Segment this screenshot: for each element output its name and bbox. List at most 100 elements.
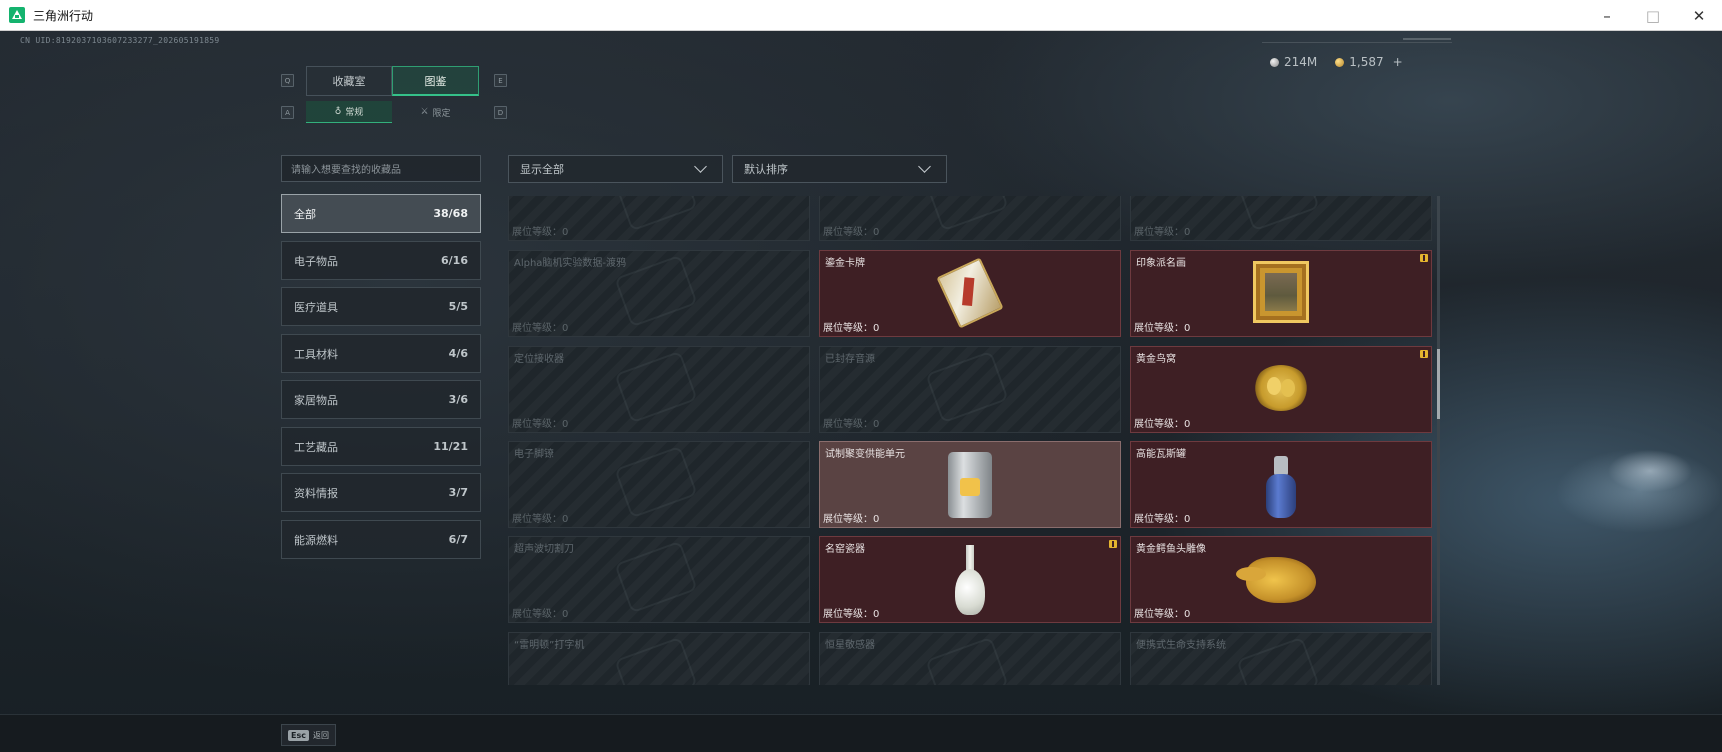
category-all[interactable]: 全部 38/68 — [281, 194, 481, 233]
category-count: 38/68 — [433, 207, 468, 220]
flame-icon: ♁ — [334, 106, 342, 117]
sort-dropdown[interactable]: 默认排序 — [732, 155, 947, 183]
close-button[interactable]: ✕ — [1676, 0, 1722, 31]
subtab-normal-label: 常规 — [345, 108, 364, 118]
collection-card[interactable]: 电子脚镣 展位等级：0 — [508, 441, 810, 528]
item-name: 定位接收器 — [514, 354, 564, 365]
booth-level: 展位等级：0 — [1134, 323, 1191, 334]
add-currency-button[interactable]: + — [1393, 55, 1403, 69]
category-intel[interactable]: 资料情报 3/7 — [281, 473, 481, 512]
subtab-limited-label: 限定 — [432, 108, 451, 119]
category-count: 6/16 — [441, 254, 468, 267]
category-name: 电子物品 — [294, 254, 338, 268]
item-name: 超声波切割刀 — [514, 544, 574, 555]
category-electronics[interactable]: 电子物品 6/16 — [281, 241, 481, 280]
subtab-limited[interactable]: ⚔ 限定 — [392, 101, 479, 123]
item-name: 高能瓦斯罐 — [1136, 449, 1186, 460]
back-label: 返回 — [312, 730, 329, 740]
app-logo-icon — [9, 7, 25, 23]
collection-card[interactable]: 印象派名画 展位等级：0 — [1130, 250, 1432, 337]
item-name: 电子脚镣 — [514, 449, 554, 460]
locked-item-silhouette — [614, 350, 698, 424]
collection-card[interactable]: 试制聚变供能单元 展位等级：0 — [819, 441, 1121, 528]
limited-icon: ⚔ — [420, 107, 429, 117]
category-crafts[interactable]: 工艺藏品 11/21 — [281, 427, 481, 466]
grid-scrollbar[interactable] — [1437, 196, 1440, 685]
booth-level: 展位等级：0 — [1134, 609, 1191, 620]
window-controls: – □ ✕ — [1584, 0, 1722, 31]
back-button[interactable]: Esc 返回 — [281, 724, 336, 746]
golden-crocodile-icon — [1236, 557, 1316, 603]
booth-level: 展位等级：0 — [1134, 419, 1191, 430]
window-titlebar: 三角洲行动 – □ ✕ — [0, 0, 1722, 31]
key-hint-q: Q — [281, 74, 294, 87]
scrollbar-thumb[interactable] — [1437, 349, 1440, 419]
key-hint-e: E — [494, 74, 507, 87]
booth-level: 展位等级：0 — [512, 514, 569, 525]
collection-card[interactable]: 黄金鳄鱼头雕像 展位等级：0 — [1130, 536, 1432, 623]
minimize-button[interactable]: – — [1584, 0, 1630, 31]
header-divider — [1262, 42, 1452, 43]
category-name: 资料情报 — [294, 486, 338, 500]
collection-card[interactable]: 定位接收器 展位等级：0 — [508, 346, 810, 433]
locked-item-silhouette — [925, 636, 1009, 685]
collection-card[interactable]: 展位等级：0 — [819, 196, 1121, 241]
filter-selected: 显示全部 — [520, 163, 564, 176]
item-name: 黄金鸟窝 — [1136, 354, 1176, 365]
category-household[interactable]: 家居物品 3/6 — [281, 380, 481, 419]
subtab-normal[interactable]: ♁ 常规 — [306, 101, 392, 123]
booth-level: 展位等级：0 — [512, 419, 569, 430]
collection-card[interactable]: 展位等级：0 — [508, 196, 810, 241]
tab-collection-room[interactable]: 收藏室 — [306, 66, 392, 96]
painting-frame-icon — [1253, 261, 1309, 323]
maximize-button[interactable]: □ — [1630, 0, 1676, 31]
collection-card[interactable]: 黄金鸟窝 展位等级：0 — [1130, 346, 1432, 433]
silver-coin-icon — [1270, 57, 1279, 67]
collection-card[interactable]: 已封存音源 展位等级：0 — [819, 346, 1121, 433]
filter-dropdown[interactable]: 显示全部 — [508, 155, 723, 183]
category-count: 11/21 — [433, 440, 468, 453]
collection-card[interactable]: 便携式生命支持系统 — [1130, 632, 1432, 685]
category-medical[interactable]: 医疗道具 5/5 — [281, 287, 481, 326]
booth-level: 展位等级：0 — [512, 227, 569, 238]
collection-card[interactable]: 展位等级：0 — [1130, 196, 1432, 241]
booth-level: 展位等级：0 — [823, 227, 880, 238]
gold-currency[interactable]: 1,587 + — [1335, 55, 1403, 69]
category-tools[interactable]: 工具材料 4/6 — [281, 334, 481, 373]
tab-codex[interactable]: 图鉴 — [392, 66, 479, 96]
category-count: 6/7 — [448, 533, 468, 546]
vase-body — [955, 569, 985, 615]
collection-card[interactable]: 超声波切割刀 展位等级：0 — [508, 536, 810, 623]
collection-card[interactable]: 鎏金卡牌 展位等级：0 — [819, 250, 1121, 337]
booth-level: 展位等级：0 — [512, 323, 569, 334]
alert-badge-icon — [1420, 254, 1428, 262]
category-name: 工具材料 — [294, 347, 338, 361]
locked-item-silhouette — [614, 445, 698, 519]
collection-card[interactable]: 名窑瓷器 展位等级：0 — [819, 536, 1121, 623]
collection-card[interactable]: 高能瓦斯罐 展位等级：0 — [1130, 441, 1432, 528]
collection-card[interactable]: Alpha脑机实验数据-渡鸦 展位等级：0 — [508, 250, 810, 337]
item-name: Alpha脑机实验数据-渡鸦 — [514, 258, 627, 269]
background-lightning — [1440, 411, 1720, 651]
porcelain-vase-icon — [953, 545, 987, 619]
category-count: 3/7 — [448, 486, 468, 499]
bottom-bar — [0, 714, 1722, 752]
search-input[interactable]: 请输入想要查找的收藏品 — [281, 155, 481, 182]
item-name: 黄金鳄鱼头雕像 — [1136, 544, 1206, 555]
gold-amount: 1,587 — [1349, 55, 1384, 69]
golden-nest-icon — [1253, 365, 1309, 411]
chevron-down-icon — [918, 160, 931, 173]
item-name: 名窑瓷器 — [825, 544, 865, 555]
category-count: 3/6 — [448, 393, 468, 406]
user-uid: CN UID:8192037103607233277_202605191859 — [20, 36, 220, 45]
currency-bar: 214M 1,587 + — [1270, 53, 1403, 71]
esc-key-icon: Esc — [288, 729, 309, 741]
collection-card[interactable]: “雷明顿”打字机 — [508, 632, 810, 685]
header-accent — [1403, 38, 1451, 40]
category-energy[interactable]: 能源燃料 6/7 — [281, 520, 481, 559]
alert-badge-icon — [1109, 540, 1117, 548]
canister-tank — [1266, 474, 1296, 518]
category-name: 能源燃料 — [294, 533, 338, 547]
collection-card[interactable]: 恒星敬感器 — [819, 632, 1121, 685]
alert-badge-icon — [1420, 350, 1428, 358]
